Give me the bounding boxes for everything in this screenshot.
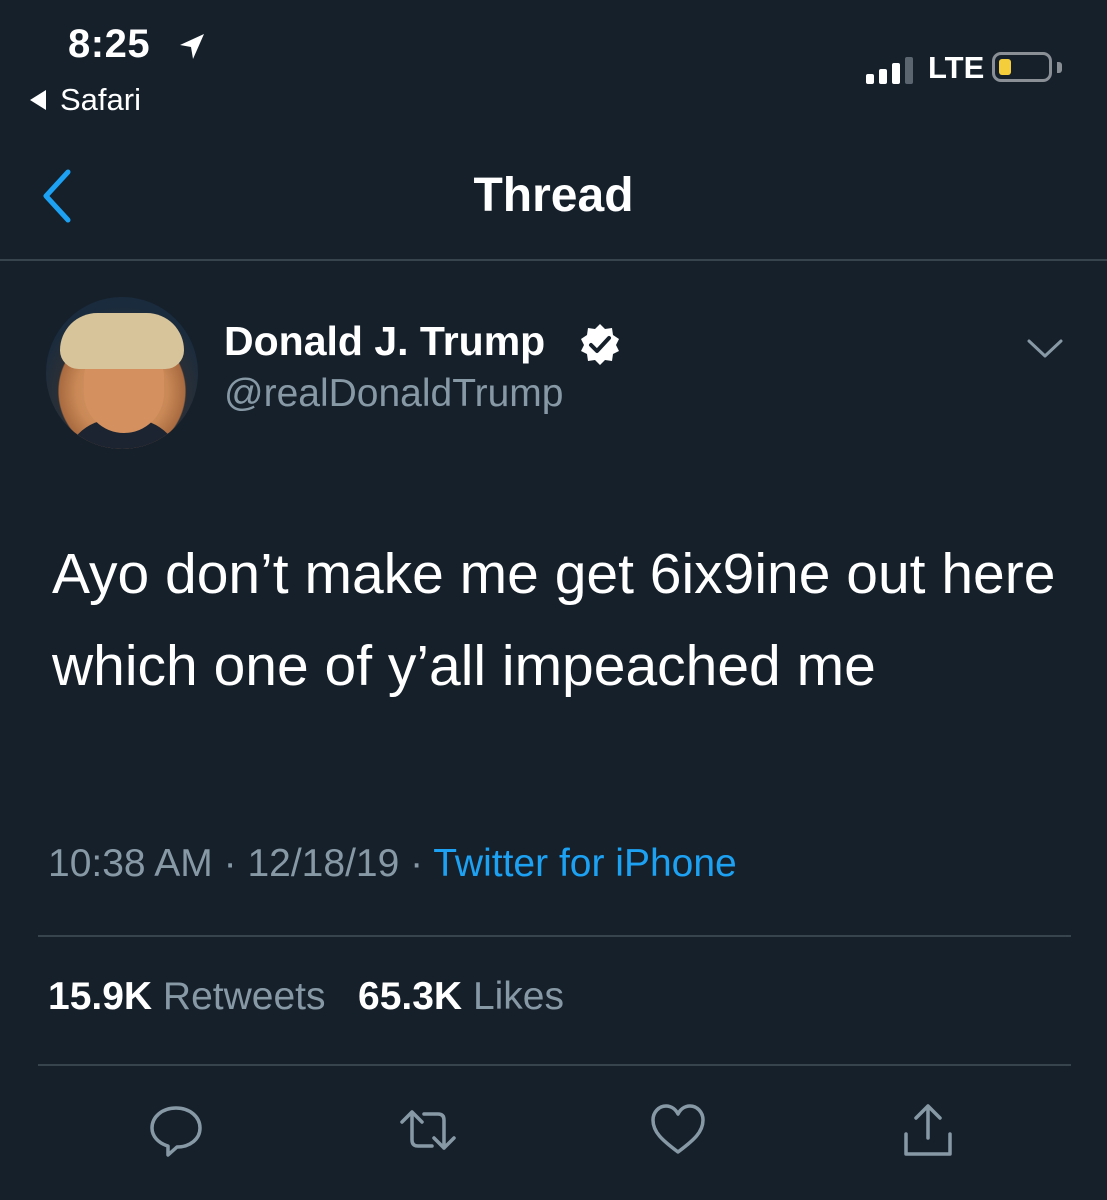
tweet-date: 12/18/19 bbox=[247, 842, 400, 885]
location-arrow-icon bbox=[180, 34, 204, 59]
reply-icon bbox=[150, 1106, 202, 1157]
back-to-app-button[interactable]: Safari bbox=[30, 82, 141, 118]
reply-button[interactable] bbox=[146, 1100, 206, 1160]
meta-separator: · bbox=[223, 842, 237, 885]
battery-low-icon bbox=[992, 52, 1052, 82]
header-divider bbox=[0, 259, 1107, 261]
chevron-down-icon[interactable] bbox=[1026, 336, 1064, 362]
page-title: Thread bbox=[473, 169, 634, 222]
like-button[interactable] bbox=[648, 1100, 708, 1160]
signal-bars-icon bbox=[866, 56, 913, 84]
tweet-source-link[interactable]: Twitter for iPhone bbox=[433, 842, 736, 885]
battery-cap bbox=[1057, 62, 1062, 73]
display-name[interactable]: Donald J. Trump bbox=[224, 318, 545, 365]
likes-stat[interactable]: 65.3K Likes bbox=[358, 975, 564, 1018]
retweet-icon bbox=[400, 1110, 456, 1150]
avatar[interactable] bbox=[46, 297, 198, 449]
share-icon bbox=[904, 1104, 952, 1156]
back-app-label: Safari bbox=[60, 82, 141, 117]
retweet-button[interactable] bbox=[398, 1100, 458, 1160]
divider bbox=[38, 935, 1071, 937]
tweet-text: Ayo don’t make me get 6ix9ine out here w… bbox=[52, 542, 1056, 698]
retweets-label: Retweets bbox=[162, 975, 326, 1018]
retweets-stat[interactable]: 15.9K Retweets bbox=[48, 975, 326, 1018]
status-time: 8:25 bbox=[68, 22, 151, 66]
likes-count: 65.3K bbox=[358, 975, 463, 1018]
retweets-count: 15.9K bbox=[48, 975, 153, 1018]
user-handle[interactable]: @realDonaldTrump bbox=[224, 372, 563, 416]
verified-badge-icon bbox=[581, 324, 619, 365]
network-type: LTE bbox=[928, 50, 985, 85]
share-button[interactable] bbox=[898, 1100, 958, 1160]
back-triangle-icon bbox=[30, 90, 46, 110]
tweet-meta: 10:38 AM · 12/18/19 · Twitter for iPhone bbox=[48, 842, 737, 886]
tweet-stats: 15.9K Retweets 65.3K Likes bbox=[48, 975, 564, 1019]
like-icon bbox=[651, 1104, 705, 1154]
likes-label: Likes bbox=[472, 975, 564, 1018]
tweet-time: 10:38 AM bbox=[48, 842, 213, 885]
meta-separator: · bbox=[410, 842, 424, 885]
divider bbox=[38, 1064, 1071, 1066]
